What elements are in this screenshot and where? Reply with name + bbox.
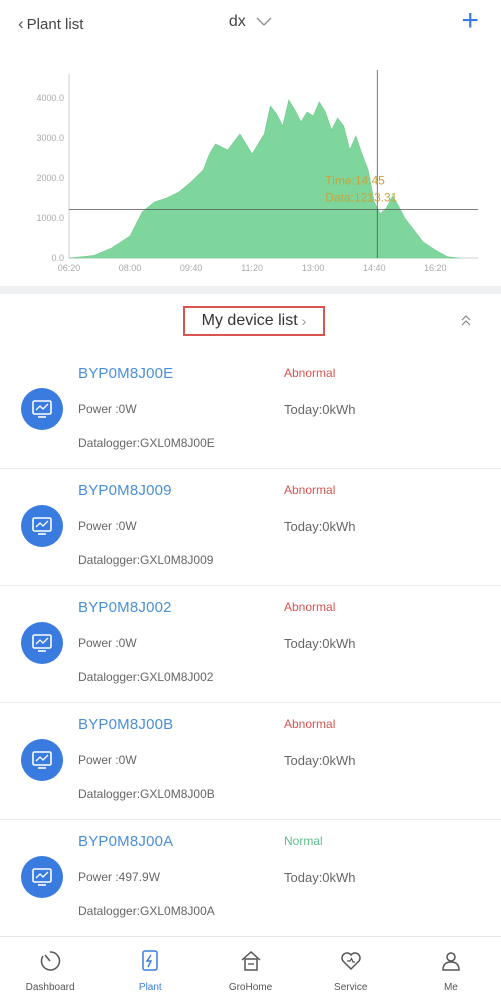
device-icon-badge <box>21 856 63 898</box>
service-icon <box>340 952 361 971</box>
device-datalogger: Datalogger:GXL0M8J00E <box>78 436 215 450</box>
tooltip-data: Data:1213.31 <box>325 190 397 204</box>
x-tick-label: 14:40 <box>363 263 386 273</box>
device-datalogger: Datalogger:GXL0M8J002 <box>78 670 214 684</box>
chevron-right-icon: › <box>301 313 307 329</box>
device-power: Power :0W <box>78 402 137 416</box>
x-tick-label: 08:00 <box>119 263 142 273</box>
device-power: Power :0W <box>78 753 137 767</box>
nav-item-dashboard[interactable]: Dashboard <box>0 937 100 1005</box>
nav-item-me[interactable]: Me <box>401 937 501 1005</box>
nav-label: Dashboard <box>25 982 75 993</box>
device-power: Power :0W <box>78 519 137 533</box>
y-tick-label: 4000.0 <box>36 93 64 103</box>
my-device-list-link[interactable]: My device list › <box>183 306 325 336</box>
device-datalogger: Datalogger:GXL0M8J009 <box>78 553 214 567</box>
home-icon <box>241 950 260 971</box>
tooltip-time: Time:14:45 <box>325 173 385 187</box>
x-tick-label: 06:20 <box>58 263 81 273</box>
device-row[interactable]: BYP0M8J00E Abnormal Power :0W Today:0kWh Dat… <box>0 352 501 469</box>
device-icon-badge <box>21 622 63 664</box>
add-button[interactable]: + <box>461 6 479 36</box>
plant-selector[interactable]: dx <box>0 13 501 31</box>
y-tick-label: 1000.0 <box>36 213 64 223</box>
device-status: Abnormal <box>284 600 336 614</box>
device-icon-badge <box>21 739 63 781</box>
device-serial: BYP0M8J00E <box>78 365 174 382</box>
top-bar: ‹ Plant list dx + <box>0 0 501 52</box>
nav-item-plant[interactable]: Plant <box>100 937 200 1005</box>
device-row[interactable]: BYP0M8J00A Normal Power :497.9W Today:0kWh D… <box>0 820 501 937</box>
power-chart-svg: 0.0 1000.0 2000.0 3000.0 4000.0 06:20 08:00 09:… <box>36 70 478 273</box>
device-status: Abnormal <box>284 366 336 380</box>
power-area-series <box>68 99 460 259</box>
device-today-energy: Today:0kWh <box>284 870 356 885</box>
inverter-icon <box>32 868 52 886</box>
nav-item-service[interactable]: Service <box>301 937 401 1005</box>
inverter-icon <box>32 517 52 535</box>
device-status: Abnormal <box>284 483 336 497</box>
device-list-title: My device list <box>201 312 298 329</box>
nav-label: Service <box>334 982 368 993</box>
device-list-header: My device list › <box>0 296 501 352</box>
y-tick-label: 2000.0 <box>36 173 64 183</box>
device-icon-badge <box>21 505 63 547</box>
device-row[interactable]: BYP0M8J00B Abnormal Power :0W Today:0kWh Dat… <box>0 703 501 820</box>
x-tick-label: 16:20 <box>424 263 447 273</box>
x-tick-label: 11:20 <box>241 263 263 273</box>
device-serial: BYP0M8J009 <box>78 482 172 499</box>
device-serial: BYP0M8J00A <box>78 833 174 850</box>
device-datalogger: Datalogger:GXL0M8J00B <box>78 787 215 801</box>
plant-name: dx <box>228 13 246 30</box>
device-today-energy: Today:0kWh <box>284 636 356 651</box>
device-icon-badge <box>21 388 63 430</box>
inverter-icon <box>32 751 52 769</box>
device-today-energy: Today:0kWh <box>284 753 356 768</box>
inverter-icon <box>32 400 52 418</box>
x-tick-label: 09:40 <box>180 263 203 273</box>
device-today-energy: Today:0kWh <box>284 519 356 534</box>
device-today-energy: Today:0kWh <box>284 402 356 417</box>
plant-icon <box>142 950 159 971</box>
nav-item-grohome[interactable]: GroHome <box>200 937 300 1005</box>
nav-label: Plant <box>138 982 162 993</box>
x-tick-label: 13:00 <box>302 263 325 273</box>
chevron-down-icon <box>256 17 272 27</box>
device-power: Power :0W <box>78 636 137 650</box>
collapse-icon[interactable] <box>459 314 473 328</box>
power-chart[interactable]: 0.0 1000.0 2000.0 3000.0 4000.0 06:20 08:00 09:… <box>0 62 501 286</box>
nav-label: Me <box>443 982 458 993</box>
device-row[interactable]: BYP0M8J009 Abnormal Power :0W Today:0kWh Dat… <box>0 469 501 586</box>
y-tick-label: 0.0 <box>51 253 64 263</box>
device-serial: BYP0M8J00B <box>78 716 174 733</box>
y-tick-label: 3000.0 <box>36 133 64 143</box>
nav-label: GroHome <box>228 982 273 993</box>
dashboard-icon <box>40 951 61 971</box>
device-serial: BYP0M8J002 <box>78 599 172 616</box>
bottom-navigation: Dashboard Plant GroHome Service Me <box>0 936 501 1005</box>
user-icon <box>442 952 460 971</box>
device-power: Power :497.9W <box>78 870 161 884</box>
device-datalogger: Datalogger:GXL0M8J00A <box>78 904 215 918</box>
inverter-icon <box>32 634 52 652</box>
device-list: BYP0M8J00E Abnormal Power :0W Today:0kWh Dat… <box>0 352 501 937</box>
device-status: Normal <box>284 834 323 848</box>
device-row[interactable]: BYP0M8J002 Abnormal Power :0W Today:0kWh Dat… <box>0 586 501 703</box>
device-status: Abnormal <box>284 717 336 731</box>
section-divider <box>0 286 501 294</box>
